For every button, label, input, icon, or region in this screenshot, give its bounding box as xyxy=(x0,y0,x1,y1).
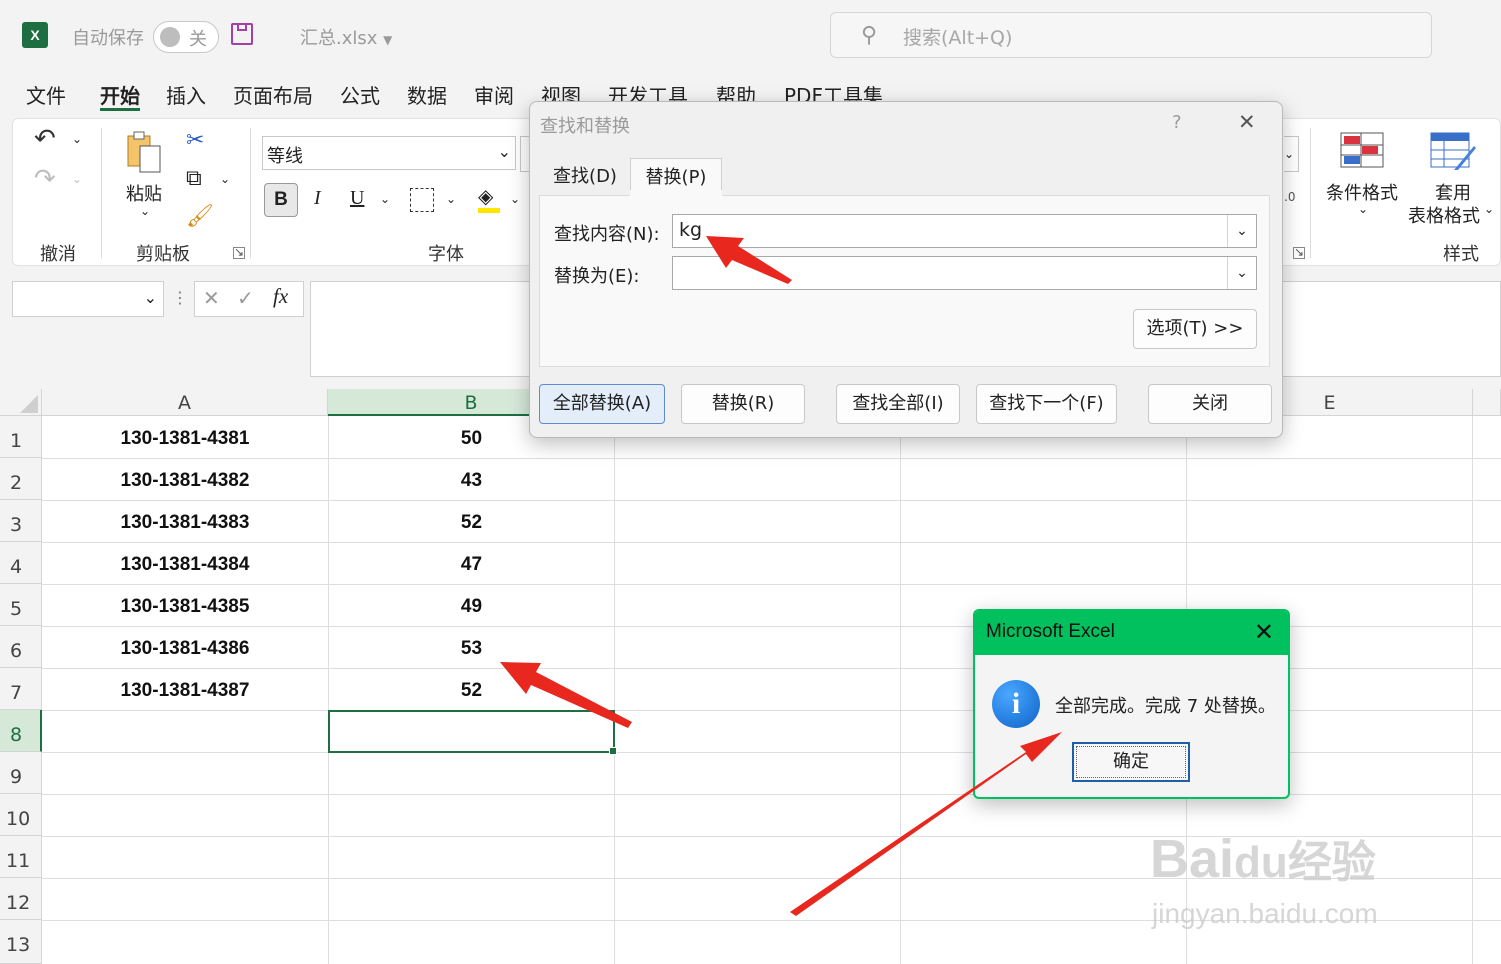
annotation-arrows xyxy=(500,236,1062,916)
arrow-to-results xyxy=(500,662,632,728)
arrow-to-find-field xyxy=(706,236,792,284)
arrow-to-message xyxy=(790,732,1062,916)
